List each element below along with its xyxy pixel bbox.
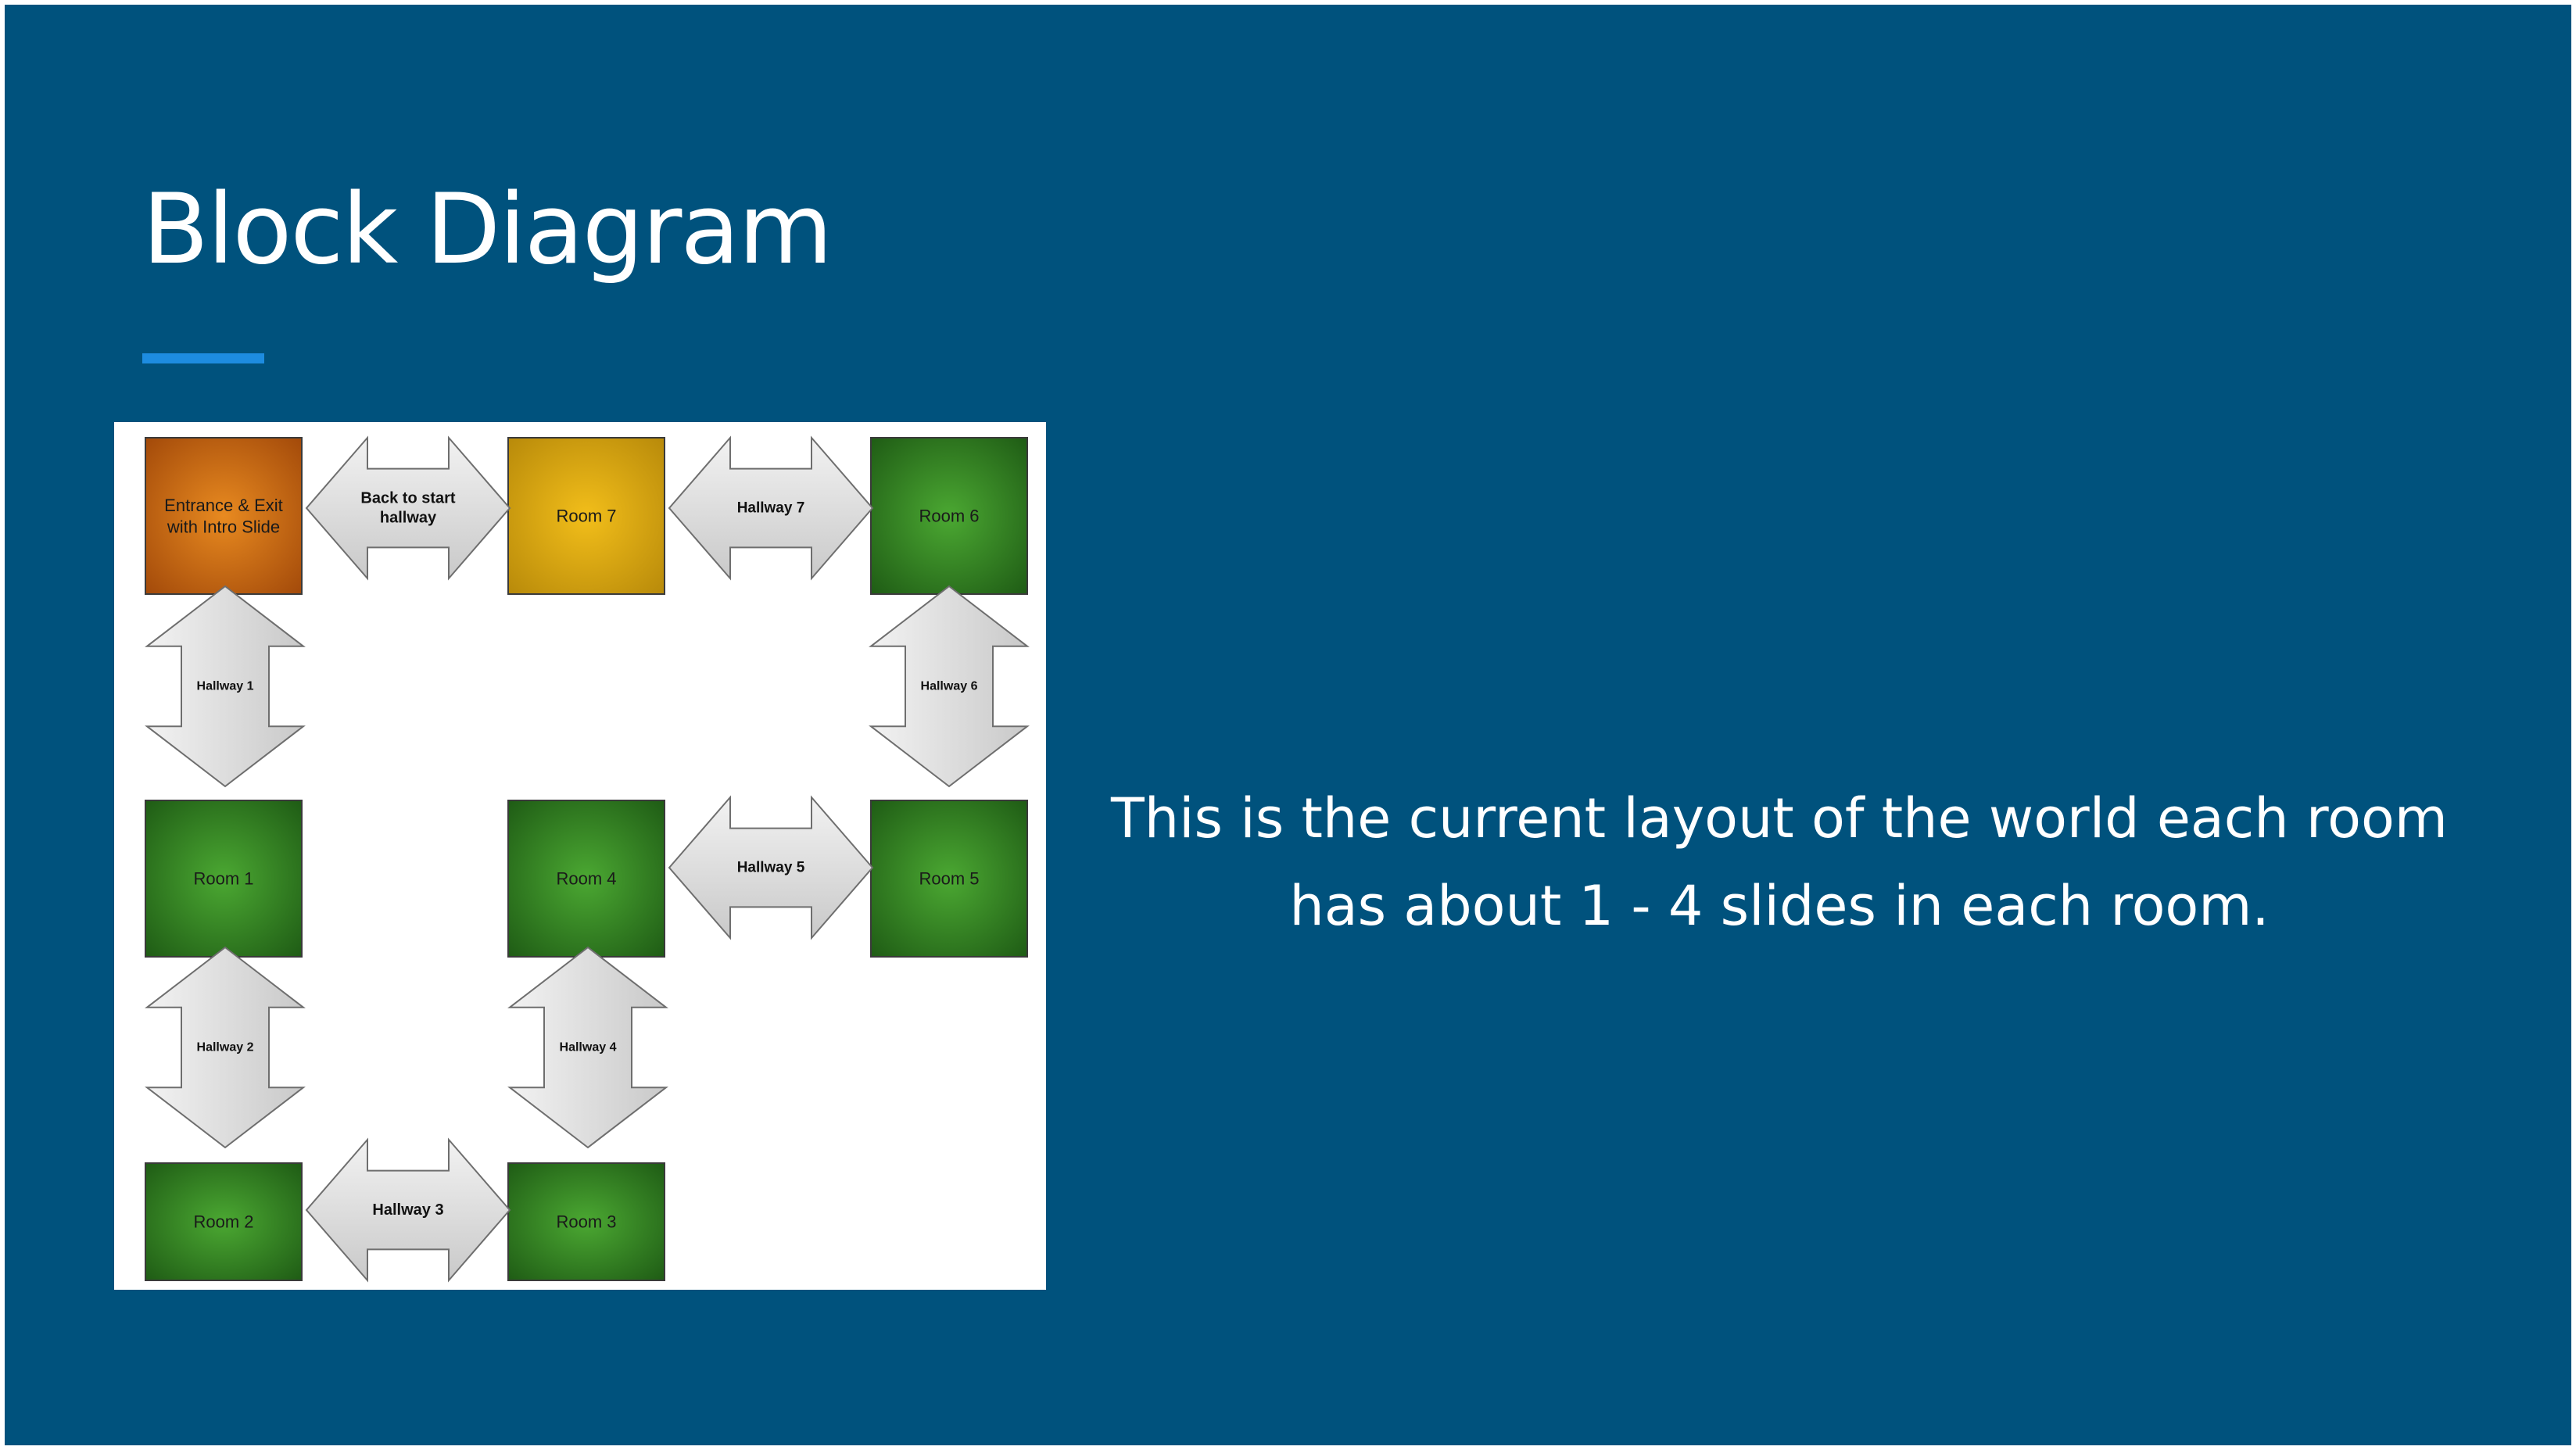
room-entrance: Entrance & Exit with Intro Slide [145,437,303,595]
room-label: with Intro Slide [167,517,280,536]
hallway-hallway2: Hallway 2 [145,946,306,1149]
hallway-hallway3: Hallway 3 [305,1137,511,1283]
block-diagram: Entrance & Exit with Intro Slide Room 7 Roo… [114,422,1046,1290]
hallway-hallway7: Hallway 7 [668,435,874,581]
block-diagram-svg: Entrance & Exit with Intro Slide Room 7 Roo… [145,435,1030,1283]
room-room6: Room 6 [870,437,1028,595]
hallway-label: Hallway 4 [560,1041,617,1054]
room-label: Room 5 [919,869,979,889]
slide: Block Diagram Entrance & Exit with Intro… [5,5,2571,1445]
hallway-hallway4: Hallway 4 [507,946,668,1149]
hallway-label: Back to start [360,490,455,507]
title-underline [142,353,264,363]
hallway-label: Hallway 1 [197,680,254,693]
hallway-label: Hallway 7 [737,500,805,517]
hallway-label: hallway [380,510,437,527]
room-room7: Room 7 [507,437,665,595]
slide-title: Block Diagram [142,174,833,286]
double-arrow-icon [305,435,511,581]
room-room3: Room 3 [507,1162,665,1281]
slide-body-text: This is the current layout of the world … [1110,786,2448,938]
hallway-label: Hallway 6 [921,680,978,693]
room-label: Entrance & Exit [164,496,283,515]
room-room1: Room 1 [145,800,303,958]
hallway-hallway1: Hallway 1 [145,585,306,788]
room-room2: Room 2 [145,1162,303,1281]
hallway-label: Hallway 5 [737,860,805,876]
hallway-hallway5: Hallway 5 [668,795,874,940]
room-label: Room 1 [193,869,253,889]
room-room5: Room 5 [870,800,1028,958]
room-label: Room 6 [919,507,979,526]
hallway-label: Hallway 3 [372,1201,443,1219]
hallway-back-to-start: Back to start hallway [305,435,511,581]
room-box [145,437,303,595]
room-label: Room 3 [556,1212,616,1232]
room-room4: Room 4 [507,800,665,958]
room-label: Room 4 [556,869,616,889]
room-label: Room 2 [193,1212,253,1232]
hallway-label: Hallway 2 [197,1041,254,1054]
room-label: Room 7 [556,507,616,526]
hallway-hallway6: Hallway 6 [869,585,1030,788]
